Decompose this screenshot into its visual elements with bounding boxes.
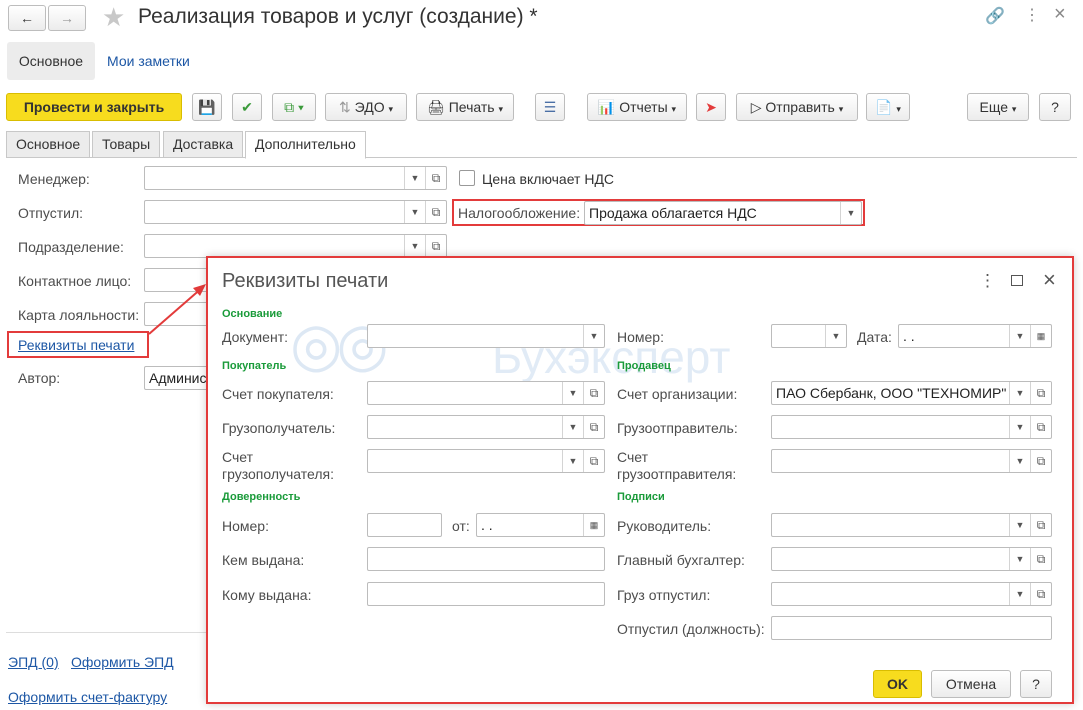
dialog-help-button[interactable]: ? [1020,670,1052,698]
section-buyer: Покупатель [222,360,287,372]
dialog-title: Реквизиты печати [222,270,389,292]
open-icon[interactable]: ⧉ [1030,416,1051,438]
dialog-menu-icon[interactable]: ⋮ [979,271,996,291]
released-position-label: Отпустил (должность): [617,621,765,637]
director-field[interactable]: ▼ ⧉ [771,513,1052,537]
org-account-label: Счет организации: [617,386,738,402]
consignee-account-field[interactable]: ▼ ⧉ [367,449,605,473]
org-account-field[interactable]: ПАО Сбербанк, ООО "ТЕХНОМИР" ▼ ⧉ [771,381,1052,405]
proxy-from-label: от: [452,518,470,534]
cancel-button[interactable]: Отмена [931,670,1011,698]
consignor-field[interactable]: ▼ ⧉ [771,415,1052,439]
dropdown-icon[interactable]: ▼ [562,382,583,404]
proxy-date-value: . . [481,517,493,533]
section-proxy: Доверенность [222,491,301,503]
issued-to-label: Кому выдана: [222,587,312,603]
calendar-icon[interactable]: ▦ [583,514,604,536]
proxy-number-label: Номер: [222,518,269,534]
cargo-released-field[interactable]: ▼ ⧉ [771,582,1052,606]
dropdown-icon[interactable]: ▼ [562,416,583,438]
maximize-icon[interactable] [1011,275,1023,286]
open-icon[interactable]: ⧉ [583,450,604,472]
date-field[interactable]: . . ▼ ▦ [898,324,1052,348]
number-label: Номер: [617,329,664,345]
section-seller: Продавец [617,360,671,372]
open-icon[interactable]: ⧉ [583,382,604,404]
section-signatures: Подписи [617,491,665,503]
section-basis: Основание [222,308,283,320]
dropdown-icon[interactable]: ▼ [1009,382,1030,404]
dropdown-icon[interactable]: ▼ [583,325,604,347]
issued-by-label: Кем выдана: [222,552,305,568]
chief-accountant-field[interactable]: ▼ ⧉ [771,547,1052,571]
date-label: Дата: [857,329,892,345]
open-icon[interactable]: ⧉ [1030,450,1051,472]
dropdown-icon[interactable]: ▼ [1009,450,1030,472]
consignee-field[interactable]: ▼ ⧉ [367,415,605,439]
consignor-label: Грузоотправитель: [617,420,738,436]
chief-accountant-label: Главный бухгалтер: [617,552,745,568]
issued-to-field[interactable] [367,582,605,606]
document-field[interactable]: ▼ [367,324,605,348]
dropdown-icon[interactable]: ▼ [1009,325,1030,347]
consignee-label: Грузополучатель: [222,420,336,436]
buyer-account-label: Счет покупателя: [222,386,334,402]
dialog-close-icon[interactable]: × [1043,267,1056,293]
consignor-account-label-2: грузоотправителя: [617,466,737,482]
document-label: Документ: [222,329,288,345]
open-icon[interactable]: ⧉ [583,416,604,438]
open-icon[interactable]: ⧉ [1030,382,1051,404]
date-value: . . [903,328,915,344]
cargo-released-label: Груз отпустил: [617,587,711,603]
issued-by-field[interactable] [367,547,605,571]
open-icon[interactable]: ⧉ [1030,583,1051,605]
consignor-account-field[interactable]: ▼ ⧉ [771,449,1052,473]
watermark-logo: ◎◎ [290,311,389,378]
dropdown-icon[interactable]: ▼ [1009,548,1030,570]
buyer-account-field[interactable]: ▼ ⧉ [367,381,605,405]
consignee-account-label-1: Счет [222,449,253,465]
open-icon[interactable]: ⧉ [1030,548,1051,570]
director-label: Руководитель: [617,518,712,534]
org-account-value: ПАО Сбербанк, ООО "ТЕХНОМИР" [776,385,1007,401]
dropdown-icon[interactable]: ▼ [1009,514,1030,536]
proxy-number-field[interactable] [367,513,442,537]
dropdown-icon[interactable]: ▼ [1009,416,1030,438]
calendar-icon[interactable]: ▦ [1030,325,1051,347]
consignee-account-label-2: грузополучателя: [222,466,334,482]
dropdown-icon[interactable]: ▼ [562,450,583,472]
released-position-field[interactable] [771,616,1052,640]
dropdown-icon[interactable]: ▼ [1009,583,1030,605]
proxy-date-field[interactable]: . . ▦ [476,513,605,537]
dropdown-icon[interactable]: ▼ [825,325,846,347]
open-icon[interactable]: ⧉ [1030,514,1051,536]
consignor-account-label-1: Счет [617,449,648,465]
number-field[interactable]: ▼ [771,324,847,348]
ok-button[interactable]: OK [873,670,922,698]
